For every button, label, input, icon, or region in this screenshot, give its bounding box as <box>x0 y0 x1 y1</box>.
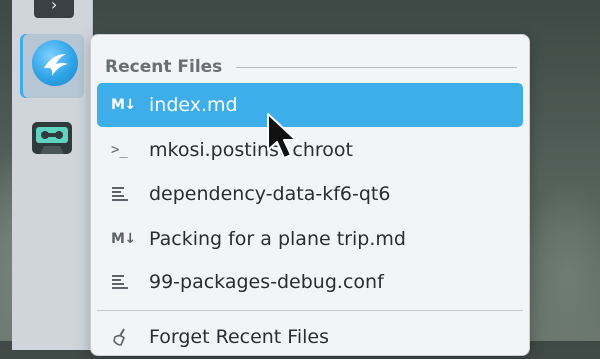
plasma-logo-icon[interactable] <box>32 40 78 86</box>
file-name: mkosi.postinst.chroot <box>149 139 353 161</box>
terminal-icon[interactable]: › <box>34 0 74 18</box>
forget-recent-files-item[interactable]: Forget Recent Files <box>97 315 523 359</box>
markdown-icon: M↓ <box>111 231 136 247</box>
section-divider <box>236 66 517 68</box>
file-name: index.md <box>149 94 238 116</box>
recent-file-item[interactable]: >_ mkosi.postinst.chroot <box>97 128 523 172</box>
task-panel: › <box>12 0 93 350</box>
recent-file-item[interactable]: M↓ index.md <box>97 83 523 127</box>
file-name: 99-packages-debug.conf <box>149 271 384 293</box>
recent-file-item[interactable]: dependency-data-kf6-qt6 <box>97 172 523 216</box>
recent-file-item[interactable]: 99-packages-debug.conf <box>97 260 523 304</box>
markdown-icon: M↓ <box>111 97 136 113</box>
terminal-script-icon: >_ <box>111 142 128 158</box>
text-file-icon <box>111 185 143 203</box>
file-name: Packing for a plane trip.md <box>149 228 406 250</box>
wallpaper-highlight <box>520 180 600 341</box>
section-title: Recent Files <box>105 57 223 77</box>
recent-files-menu: Recent Files M↓ index.md >_ mkosi.postin… <box>90 34 530 356</box>
recent-file-item[interactable]: M↓ Packing for a plane trip.md <box>97 217 523 261</box>
forget-label: Forget Recent Files <box>149 326 329 348</box>
text-file-icon <box>111 273 143 291</box>
menu-divider <box>97 310 523 311</box>
file-name: dependency-data-kf6-qt6 <box>149 183 391 205</box>
section-header: Recent Files <box>105 55 517 79</box>
broom-icon <box>111 327 143 347</box>
cassette-tape-icon[interactable] <box>30 119 74 157</box>
mouse-pointer-icon <box>267 113 297 159</box>
